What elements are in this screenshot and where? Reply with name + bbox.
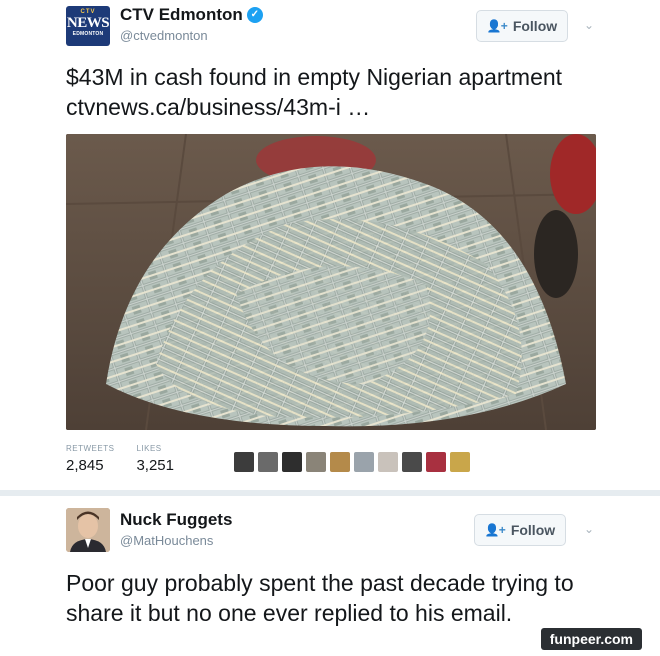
liker-avatar[interactable]: [378, 452, 398, 472]
profile-photo-icon: [66, 508, 110, 552]
likes-count: 3,251: [136, 457, 174, 474]
avatar[interactable]: [66, 508, 110, 552]
retweets-label: RETWEETS: [66, 444, 115, 453]
liker-avatar[interactable]: [330, 452, 350, 472]
author-name[interactable]: CTV Edmonton: [120, 5, 243, 25]
follow-label: Follow: [510, 522, 556, 538]
tweet-text: $43M in cash found in empty Nigerian apa…: [66, 64, 563, 120]
author-handle[interactable]: @MatHouchens: [120, 533, 232, 548]
watermark: funpeer.com: [540, 628, 642, 650]
liker-avatar[interactable]: [258, 452, 278, 472]
liker-avatar[interactable]: [354, 452, 374, 472]
author-block: CTV Edmonton ✓ @ctvedmonton: [120, 5, 263, 43]
tweet-stats: RETWEETS 2,845 LIKES 3,251: [66, 444, 174, 474]
chevron-down-icon[interactable]: ⌄: [584, 18, 594, 32]
likes-stat[interactable]: LIKES 3,251: [136, 444, 174, 474]
author-name-row[interactable]: Nuck Fuggets: [120, 510, 232, 530]
author-handle[interactable]: @ctvedmonton: [120, 28, 263, 43]
liker-avatar[interactable]: [426, 452, 446, 472]
liker-avatar[interactable]: [306, 452, 326, 472]
follow-person-icon: 👤+: [486, 19, 508, 33]
likes-label: LIKES: [136, 444, 162, 453]
liker-avatar[interactable]: [402, 452, 422, 472]
author-name-row[interactable]: CTV Edmonton ✓: [120, 5, 263, 25]
cash-pile-image: [66, 134, 596, 430]
avatar-brand: NEWS: [66, 15, 110, 31]
retweets-stat[interactable]: RETWEETS 2,845: [66, 444, 114, 474]
verified-icon: ✓: [246, 7, 263, 23]
author-name[interactable]: Nuck Fuggets: [120, 510, 232, 530]
follow-button[interactable]: 👤+ Follow: [474, 514, 566, 546]
liker-avatar[interactable]: [282, 452, 302, 472]
avatar-city: EDMONTON: [72, 31, 104, 37]
follow-label: Follow: [512, 18, 558, 34]
tweet-ctv-edmonton: CTV NEWS EDMONTON CTV Edmonton ✓ @ctvedm…: [0, 0, 660, 490]
follow-person-icon: 👤+: [484, 523, 506, 537]
avatar[interactable]: CTV NEWS EDMONTON: [66, 6, 110, 46]
author-block: Nuck Fuggets @MatHouchens: [120, 510, 232, 548]
liker-avatar[interactable]: [450, 452, 470, 472]
retweets-count: 2,845: [66, 457, 104, 474]
follow-button[interactable]: 👤+ Follow: [476, 10, 568, 42]
tweet-photo[interactable]: [66, 134, 596, 430]
chevron-down-icon[interactable]: ⌄: [584, 522, 594, 536]
tweet-text: Poor guy probably spent the past decade …: [66, 570, 574, 626]
liker-avatars: [234, 452, 470, 472]
liker-avatar[interactable]: [234, 452, 254, 472]
